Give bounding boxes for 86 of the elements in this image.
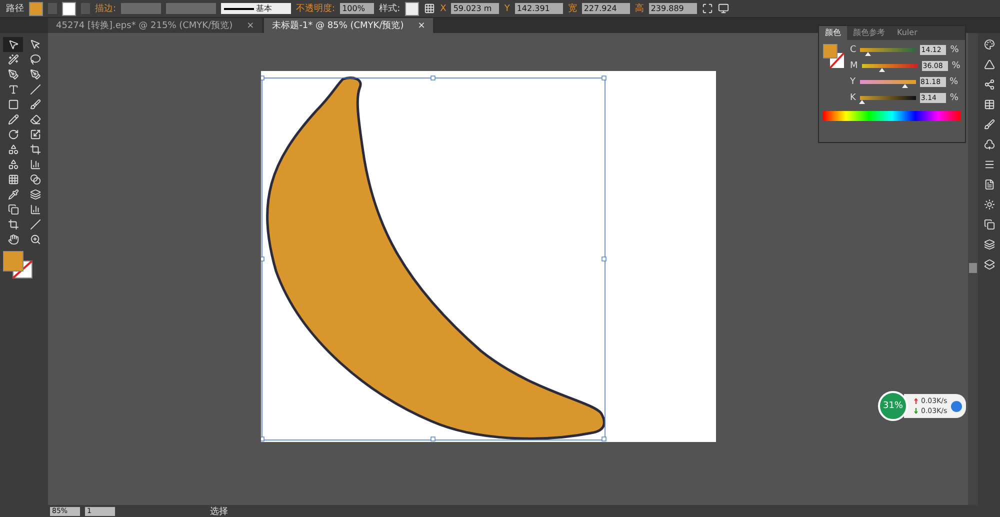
nodes-icon (984, 79, 994, 90)
channel-label: C (850, 44, 856, 54)
hand-icon (8, 234, 18, 245)
layers-icon (984, 239, 994, 250)
transform-label: 宽 (568, 2, 577, 15)
transform-field[interactable]: 227.924 (582, 3, 630, 14)
line-icon (30, 84, 40, 95)
opacity-label[interactable]: 不透明度: (296, 2, 336, 15)
fill-swatch[interactable] (29, 2, 43, 16)
slider-thumb[interactable] (902, 84, 908, 88)
transform-icon[interactable] (702, 3, 713, 14)
tab-close-button[interactable]: × (246, 20, 254, 30)
rectangle-icon (8, 99, 18, 110)
copy-icon (984, 219, 994, 230)
object-type-label: 路径 (6, 2, 24, 15)
stroke-line-icon (224, 8, 254, 10)
selection-arrow-icon (8, 39, 18, 50)
palette-icon (984, 39, 994, 50)
channel-label: K (850, 92, 856, 102)
slider-thumb[interactable] (878, 68, 885, 72)
direct-selection-icon (30, 39, 40, 50)
stroke-label[interactable]: 描边: (95, 2, 116, 15)
vertical-scrollbar[interactable] (968, 33, 978, 505)
channel-label: Y (850, 76, 856, 86)
curvature-pen-icon (30, 69, 40, 80)
panel-tab[interactable]: 颜色参考 (847, 26, 891, 40)
stroke-weight-field[interactable] (121, 3, 162, 14)
transform-label: Y (504, 4, 510, 14)
zoom-icon (30, 234, 40, 245)
opacity-field[interactable]: 100% (340, 3, 374, 14)
type-icon (8, 84, 18, 95)
club-icon (984, 139, 994, 150)
scale-icon (30, 129, 40, 140)
tab-title: 45274 [转换].eps* @ 215% (CMYK/预览) (56, 20, 233, 32)
fill-stroke-swatches-icon[interactable] (3, 251, 33, 279)
shapes-icon (8, 144, 18, 155)
brush-definition-field[interactable]: 基本 (221, 3, 292, 14)
transform-field[interactable]: 142.391 (514, 3, 563, 14)
stroke-icon (984, 159, 994, 170)
channel-label: M (850, 60, 858, 70)
magic-wand-icon (8, 54, 18, 65)
slider-thumb[interactable] (858, 100, 865, 104)
cpu-percent-badge[interactable]: 31% (878, 391, 908, 421)
mesh-icon (8, 174, 18, 185)
percent-label: % (952, 60, 960, 70)
download-arrow-icon (914, 408, 918, 414)
swatches-icon (984, 99, 994, 110)
percent-label: % (950, 44, 959, 54)
current-tool-label: 选择 (210, 506, 228, 517)
pen-icon (8, 69, 18, 80)
transform-field[interactable]: 59.023 m (451, 3, 500, 14)
upload-arrow-icon (914, 398, 918, 404)
pencil-icon (8, 114, 18, 125)
align-grid-icon[interactable] (424, 3, 436, 14)
document-tab[interactable]: 未标题-1* @ 85% (CMYK/预览) × (264, 18, 434, 33)
percent-label: % (950, 92, 958, 102)
transform-field[interactable]: 239.889 (648, 3, 697, 14)
style-swatch[interactable] (405, 2, 420, 16)
document-tab[interactable]: 45274 [转换].eps* @ 215% (CMYK/预览) × (48, 18, 262, 33)
percent-label: % (950, 76, 958, 86)
color-spectrum[interactable] (823, 111, 961, 121)
eyedropper-icon (8, 189, 18, 200)
style-label: 样式: (379, 2, 400, 15)
panel-tab[interactable]: Kuler (891, 26, 924, 40)
plus-icon[interactable] (951, 400, 962, 412)
tab-title: 未标题-1* @ 85% (CMYK/预览) (272, 20, 404, 32)
transform-label: X (440, 4, 446, 14)
rotate-icon (8, 129, 18, 140)
document-icon (984, 179, 994, 190)
lasso-icon (30, 54, 40, 65)
sun-icon (984, 199, 994, 210)
fill-stroke-icon[interactable] (823, 44, 845, 70)
brush-name: 基本 (256, 3, 272, 14)
variable-width-field[interactable] (166, 3, 216, 14)
stroke-none-swatch[interactable] (62, 2, 76, 16)
selection-arrow-tool-button[interactable] (3, 37, 23, 52)
brush-icon (30, 99, 40, 110)
brush-icon (984, 119, 994, 130)
tab-close-button[interactable]: × (418, 20, 426, 30)
eraser-icon (30, 114, 40, 125)
arrange-icon[interactable] (718, 3, 729, 14)
transform-label: 高 (634, 2, 644, 15)
graph-icon (30, 204, 40, 215)
panel-tab[interactable]: 颜色 (819, 26, 847, 40)
scroll-thumb[interactable] (969, 263, 977, 273)
slider-thumb[interactable] (865, 52, 872, 56)
